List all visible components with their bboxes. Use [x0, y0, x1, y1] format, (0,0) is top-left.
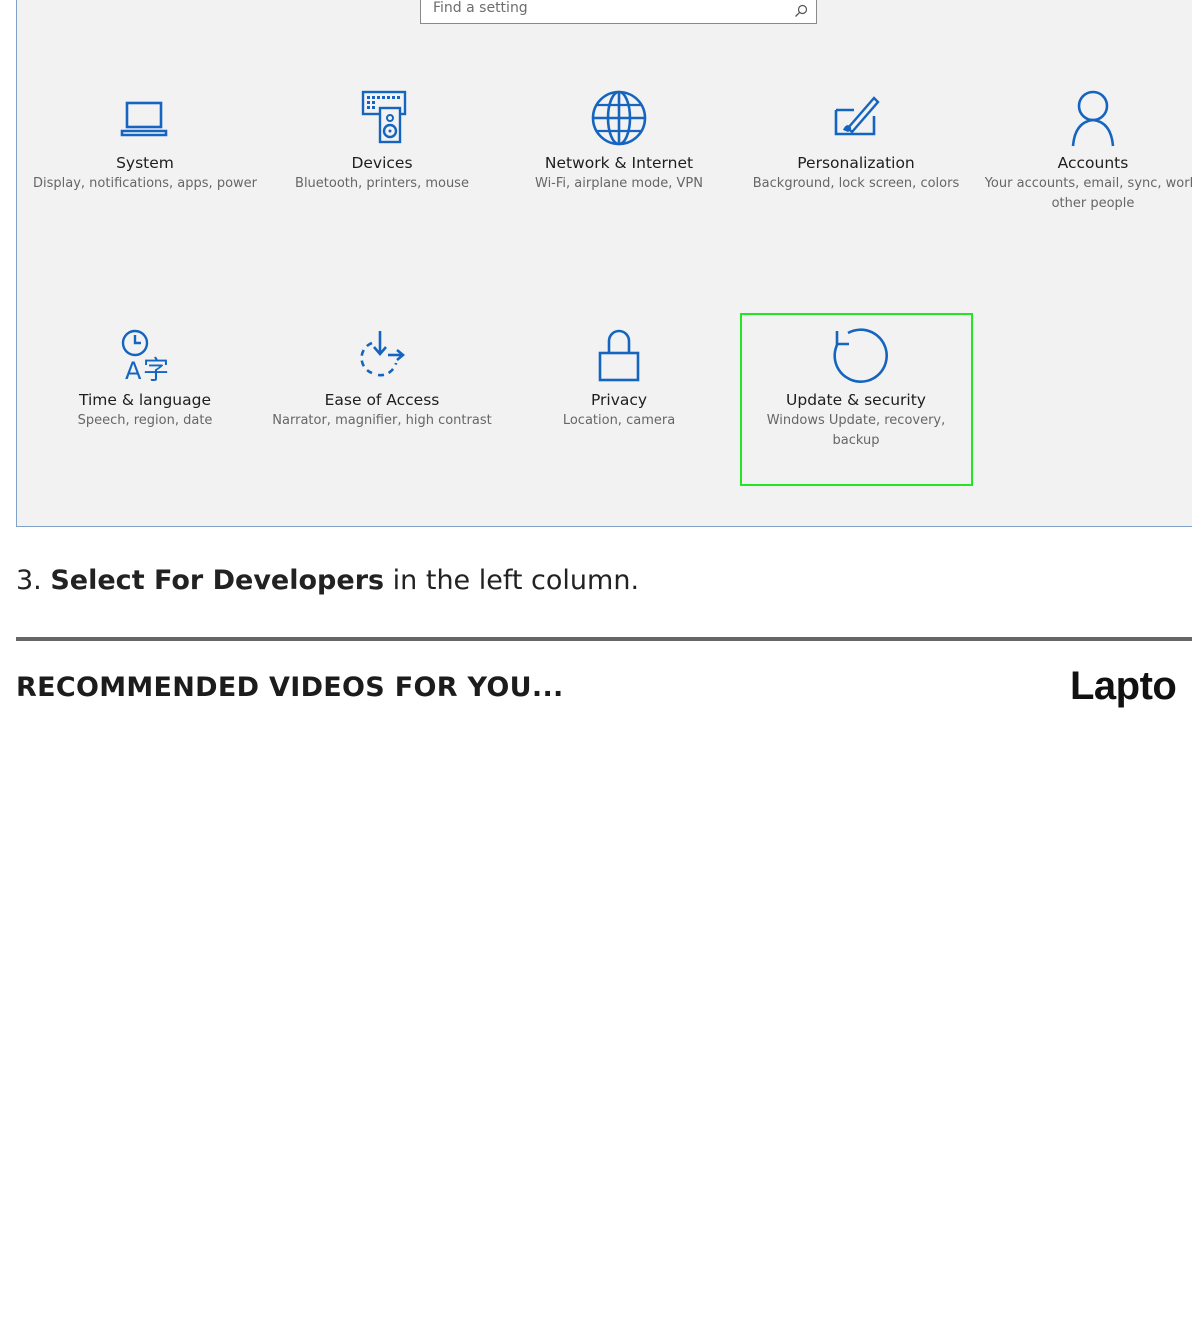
tile-description: Wi-Fi, airplane mode, VPN	[535, 176, 703, 191]
settings-tile-system[interactable]: System Display, notifications, apps, pow…	[26, 86, 264, 194]
settings-tile-update-security[interactable]: Update & security Windows Update, recove…	[737, 323, 975, 451]
settings-tile-personalization[interactable]: Personalization Background, lock screen,…	[737, 86, 975, 194]
step-bold-text: Select For Developers	[50, 565, 385, 596]
globe-icon	[591, 90, 647, 146]
tile-description: Narrator, magnifier, high contrast	[272, 413, 492, 428]
tile-description: Bluetooth, printers, mouse	[295, 176, 469, 191]
tile-description: Display, notifications, apps, power	[32, 176, 257, 191]
step-rest-text: in the left column.	[384, 565, 640, 596]
ease-of-access-icon	[360, 331, 406, 377]
tile-title: Network & Internet	[544, 154, 694, 172]
settings-tile-time-language[interactable]: A 字 Time & language Speech, region, date	[26, 323, 264, 431]
tile-title: Personalization	[797, 154, 915, 172]
step-instruction: 3. Select For Developers in the left col…	[16, 561, 639, 601]
section-divider	[16, 637, 1192, 641]
settings-tile-accounts[interactable]: Accounts Your accounts, email, sync, wor…	[974, 86, 1192, 214]
laptop-icon	[120, 101, 168, 137]
tile-description: Background, lock screen, colors	[752, 176, 960, 191]
settings-tile-network[interactable]: Network & Internet Wi-Fi, airplane mode,…	[500, 86, 738, 194]
tile-description: Speech, region, date	[77, 413, 213, 428]
tile-title: System	[116, 154, 174, 172]
tile-title: Devices	[351, 154, 413, 172]
svg-text:A: A	[125, 357, 142, 385]
tile-title: Privacy	[590, 391, 648, 409]
devices-icon	[361, 90, 407, 144]
tile-description: Windows Update, recovery, backup	[766, 413, 946, 448]
tile-title: Accounts	[1057, 154, 1129, 172]
recommended-heading: RECOMMENDED VIDEOS FOR YOU...	[16, 672, 564, 703]
tile-description: Your accounts, email, sync, work, other …	[984, 176, 1192, 211]
settings-tile-devices[interactable]: Devices Bluetooth, printers, mouse	[263, 86, 501, 194]
step-number: 3.	[16, 565, 42, 596]
refresh-icon	[833, 328, 888, 383]
search-input[interactable]	[421, 0, 781, 23]
tile-title: Ease of Access	[324, 391, 440, 409]
search-icon[interactable]	[794, 4, 808, 18]
person-icon	[1071, 90, 1115, 147]
lock-icon	[598, 329, 640, 382]
brand-logo[interactable]: Lapto	[1070, 664, 1192, 709]
settings-tile-ease-of-access[interactable]: Ease of Access Narrator, magnifier, high…	[263, 323, 501, 431]
tile-title: Update & security	[786, 391, 926, 409]
article-page: System Display, notifications, apps, pow…	[0, 0, 1192, 1344]
settings-tile-privacy[interactable]: Privacy Location, camera	[500, 323, 738, 431]
time-language-icon: A 字	[121, 329, 169, 386]
search-box[interactable]	[420, 0, 817, 24]
paint-tablet-icon	[834, 96, 880, 136]
tile-title: Time & language	[78, 391, 212, 409]
tile-description: Location, camera	[562, 413, 676, 428]
settings-window-screenshot: System Display, notifications, apps, pow…	[16, 0, 1192, 527]
svg-text:字: 字	[143, 356, 169, 386]
